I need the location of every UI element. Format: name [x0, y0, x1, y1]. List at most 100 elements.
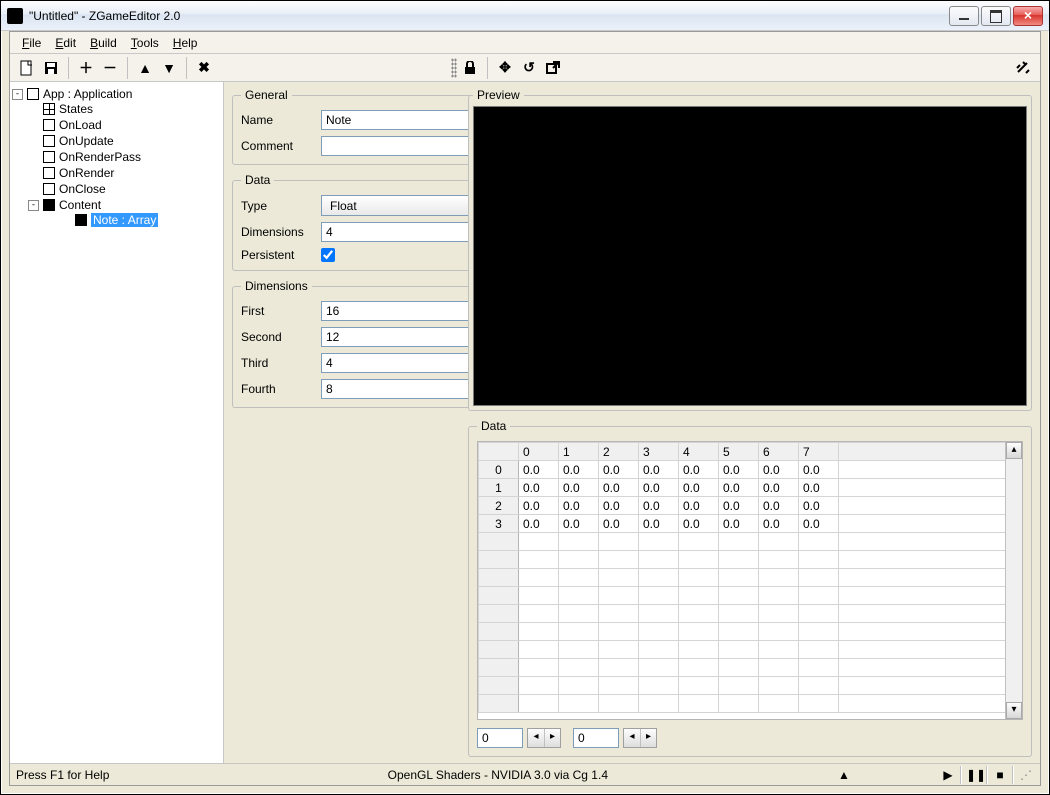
dim-index-2[interactable]: ◂▸: [573, 728, 657, 748]
row-header[interactable]: 2: [479, 497, 519, 515]
grid-cell[interactable]: 0.0: [679, 461, 719, 479]
grid-cell[interactable]: 0.0: [519, 497, 559, 515]
grid-cell[interactable]: 0.0: [719, 515, 759, 533]
move-tool-icon[interactable]: ✥: [494, 57, 516, 79]
grid-cell[interactable]: 0.0: [799, 461, 839, 479]
grid-cell[interactable]: 0.0: [559, 515, 599, 533]
menu-build[interactable]: Build: [84, 34, 123, 52]
grid-cell[interactable]: 0.0: [639, 515, 679, 533]
tree-onclose[interactable]: OnClose: [59, 182, 106, 196]
play-icon[interactable]: ▶: [940, 768, 956, 782]
tree-onrenderpass[interactable]: OnRenderPass: [59, 150, 141, 164]
grid-cell[interactable]: 0.0: [719, 461, 759, 479]
tree-note-selected[interactable]: Note : Array: [91, 213, 158, 227]
grid-cell[interactable]: 0.0: [599, 515, 639, 533]
col-header[interactable]: 3: [639, 443, 679, 461]
col-header[interactable]: 1: [559, 443, 599, 461]
remove-button[interactable]: －: [99, 57, 121, 79]
toolbar-grip[interactable]: [451, 58, 457, 78]
grid-cell[interactable]: 0.0: [599, 497, 639, 515]
tree-onrender[interactable]: OnRender: [59, 166, 114, 180]
spin1-prev-icon[interactable]: ◂: [528, 729, 544, 747]
row-header[interactable]: 3: [479, 515, 519, 533]
new-file-icon[interactable]: [16, 57, 38, 79]
grid-cell[interactable]: 0.0: [639, 479, 679, 497]
grid-cell[interactable]: 0.0: [719, 497, 759, 515]
warning-icon[interactable]: ▲: [836, 768, 852, 782]
grid-cell[interactable]: 0.0: [679, 515, 719, 533]
reset-icon[interactable]: ↺: [518, 57, 540, 79]
col-header[interactable]: 6: [759, 443, 799, 461]
row-header[interactable]: 1: [479, 479, 519, 497]
col-header[interactable]: 0: [519, 443, 559, 461]
tree-onload[interactable]: OnLoad: [59, 118, 102, 132]
scroll-up-icon[interactable]: ▴: [1006, 442, 1022, 459]
dim-index-1[interactable]: ◂▸: [477, 728, 561, 748]
save-icon[interactable]: [40, 57, 62, 79]
grid-cell[interactable]: 0.0: [679, 497, 719, 515]
grid-cell[interactable]: 0.0: [599, 479, 639, 497]
grid-cell[interactable]: 0.0: [759, 461, 799, 479]
row-header[interactable]: 0: [479, 461, 519, 479]
checkbox-persistent[interactable]: [321, 248, 335, 262]
spin2-prev-icon[interactable]: ◂: [624, 729, 640, 747]
grid-cell[interactable]: 0.0: [759, 497, 799, 515]
tree-collapse-icon[interactable]: -: [28, 200, 39, 211]
table-row[interactable]: 20.00.00.00.00.00.00.00.0: [479, 497, 1022, 515]
tree-onupdate[interactable]: OnUpdate: [59, 134, 114, 148]
tree-states[interactable]: States: [59, 102, 93, 116]
tree-root[interactable]: App : Application: [43, 87, 132, 101]
table-row[interactable]: 00.00.00.00.00.00.00.00.0: [479, 461, 1022, 479]
menubar[interactable]: File Edit Build Tools Help: [10, 32, 1040, 54]
table-row[interactable]: 30.00.00.00.00.00.00.00.0: [479, 515, 1022, 533]
grid-cell[interactable]: 0.0: [599, 461, 639, 479]
grid-cell[interactable]: 0.0: [639, 461, 679, 479]
stop-icon[interactable]: ■: [992, 768, 1008, 782]
spin2-value[interactable]: [573, 728, 619, 748]
menu-help[interactable]: Help: [167, 34, 204, 52]
grid-cell[interactable]: 0.0: [639, 497, 679, 515]
resize-grip-icon[interactable]: ⋰: [1018, 768, 1034, 782]
grid-cell[interactable]: 0.0: [559, 479, 599, 497]
grid-cell[interactable]: 0.0: [559, 461, 599, 479]
grid-cell[interactable]: 0.0: [679, 479, 719, 497]
tree-collapse-icon[interactable]: -: [12, 89, 23, 100]
spin2-next-icon[interactable]: ▸: [640, 729, 656, 747]
minimize-button[interactable]: [949, 6, 979, 26]
external-icon[interactable]: [542, 57, 564, 79]
move-up-icon[interactable]: ▲: [134, 57, 156, 79]
titlebar[interactable]: "Untitled" - ZGameEditor 2.0 ×: [1, 1, 1049, 31]
spin1-next-icon[interactable]: ▸: [544, 729, 560, 747]
close-button[interactable]: ×: [1013, 6, 1043, 26]
spin1-value[interactable]: [477, 728, 523, 748]
menu-edit[interactable]: Edit: [49, 34, 82, 52]
grid-cell[interactable]: 0.0: [559, 497, 599, 515]
tree-content[interactable]: Content: [59, 198, 101, 212]
grid-cell[interactable]: 0.0: [799, 479, 839, 497]
col-header[interactable]: 4: [679, 443, 719, 461]
grid-scrollbar[interactable]: ▴ ▾: [1005, 442, 1022, 719]
col-header[interactable]: 7: [799, 443, 839, 461]
grid-cell[interactable]: 0.0: [519, 479, 559, 497]
pause-icon[interactable]: ❚❚: [966, 768, 982, 782]
grid-cell[interactable]: 0.0: [799, 497, 839, 515]
grid-cell[interactable]: 0.0: [519, 461, 559, 479]
delete-icon[interactable]: ✖: [193, 57, 215, 79]
grid-cell[interactable]: 0.0: [759, 515, 799, 533]
menu-tools[interactable]: Tools: [125, 34, 165, 52]
add-button[interactable]: ＋: [75, 57, 97, 79]
move-down-icon[interactable]: ▼: [158, 57, 180, 79]
col-header[interactable]: 2: [599, 443, 639, 461]
grid-cell[interactable]: 0.0: [519, 515, 559, 533]
maximize-button[interactable]: [981, 6, 1011, 26]
table-row[interactable]: 10.00.00.00.00.00.00.00.0: [479, 479, 1022, 497]
lock-icon[interactable]: [459, 57, 481, 79]
project-tree[interactable]: - App : Application States OnLoad OnUpdat…: [10, 82, 224, 763]
grid-cell[interactable]: 0.0: [719, 479, 759, 497]
preview-viewport[interactable]: [473, 106, 1027, 406]
grid-cell[interactable]: 0.0: [759, 479, 799, 497]
col-header[interactable]: 5: [719, 443, 759, 461]
grid-cell[interactable]: 0.0: [799, 515, 839, 533]
scroll-down-icon[interactable]: ▾: [1006, 702, 1022, 719]
data-grid[interactable]: 0123456700.00.00.00.00.00.00.00.010.00.0…: [477, 441, 1023, 720]
